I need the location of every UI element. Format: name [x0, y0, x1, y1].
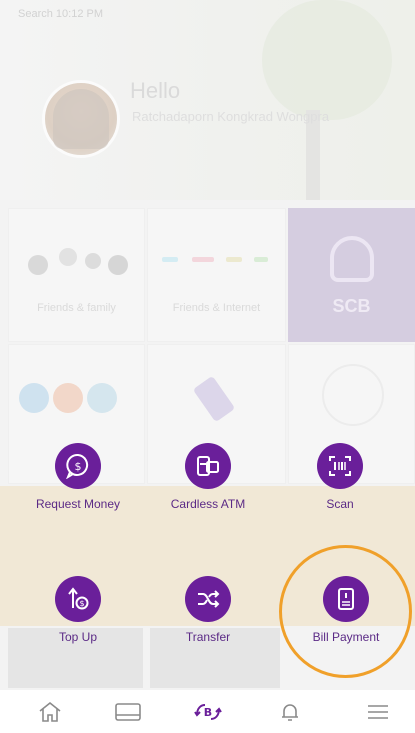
baht-swap-icon: B [194, 704, 222, 720]
status-bar: Search 10:12 PM [0, 0, 415, 30]
svg-text:$: $ [79, 599, 84, 608]
user-name: Ratchadaporn Kongkrad Wongpra [132, 109, 330, 124]
nav-menu[interactable] [360, 698, 396, 726]
tile-label: Friends & family [37, 302, 116, 314]
svg-text:B: B [204, 706, 212, 719]
scan-icon [317, 443, 363, 489]
action-label: Cardless ATM [170, 497, 246, 511]
scb-label: SCB [332, 296, 371, 316]
nav-transactions[interactable]: B [190, 698, 226, 726]
tile-friends-family: Friends & family [8, 208, 145, 342]
top-up-icon: $ [55, 576, 101, 622]
avatar-photo [53, 89, 109, 149]
coin-icon [87, 383, 117, 413]
nav-cards[interactable] [110, 698, 146, 726]
menu-icon [368, 705, 388, 719]
tile-friends-internet: Friends & Internet [147, 208, 286, 342]
greeting-text: Hello [130, 78, 181, 103]
nav-notifications[interactable] [272, 698, 308, 726]
action-label: Top Up [58, 630, 98, 644]
tile-label: Friends & Internet [172, 302, 261, 314]
coin-icon [53, 383, 83, 413]
action-label: Transfer [185, 630, 231, 644]
scb-tile: SCB [288, 208, 415, 342]
scb-logo-icon [330, 236, 374, 282]
profile-header: Hello Ratchadaporn Kongkrad Wongpra [0, 0, 415, 200]
home-icon [39, 701, 61, 722]
coin-bubble-icon: $ [55, 443, 101, 489]
colored-dots-icon [162, 257, 268, 262]
card-icon [115, 703, 141, 721]
friends-icon [28, 248, 128, 275]
bill-payment-highlight-ring [279, 545, 412, 678]
transfer-icon [185, 576, 231, 622]
action-label: Scan [326, 497, 354, 511]
action-label: Request Money [35, 497, 121, 511]
avatar [42, 80, 120, 158]
svg-text:$: $ [75, 460, 82, 473]
nav-home[interactable] [32, 698, 68, 726]
bottom-nav: B [0, 692, 415, 733]
coin-icon [19, 383, 49, 413]
status-text: Search 10:12 PM [18, 8, 103, 20]
target-icon [322, 364, 384, 426]
atm-card-icon [185, 443, 231, 489]
bell-icon [282, 704, 298, 721]
card-illustration-icon [194, 377, 234, 421]
